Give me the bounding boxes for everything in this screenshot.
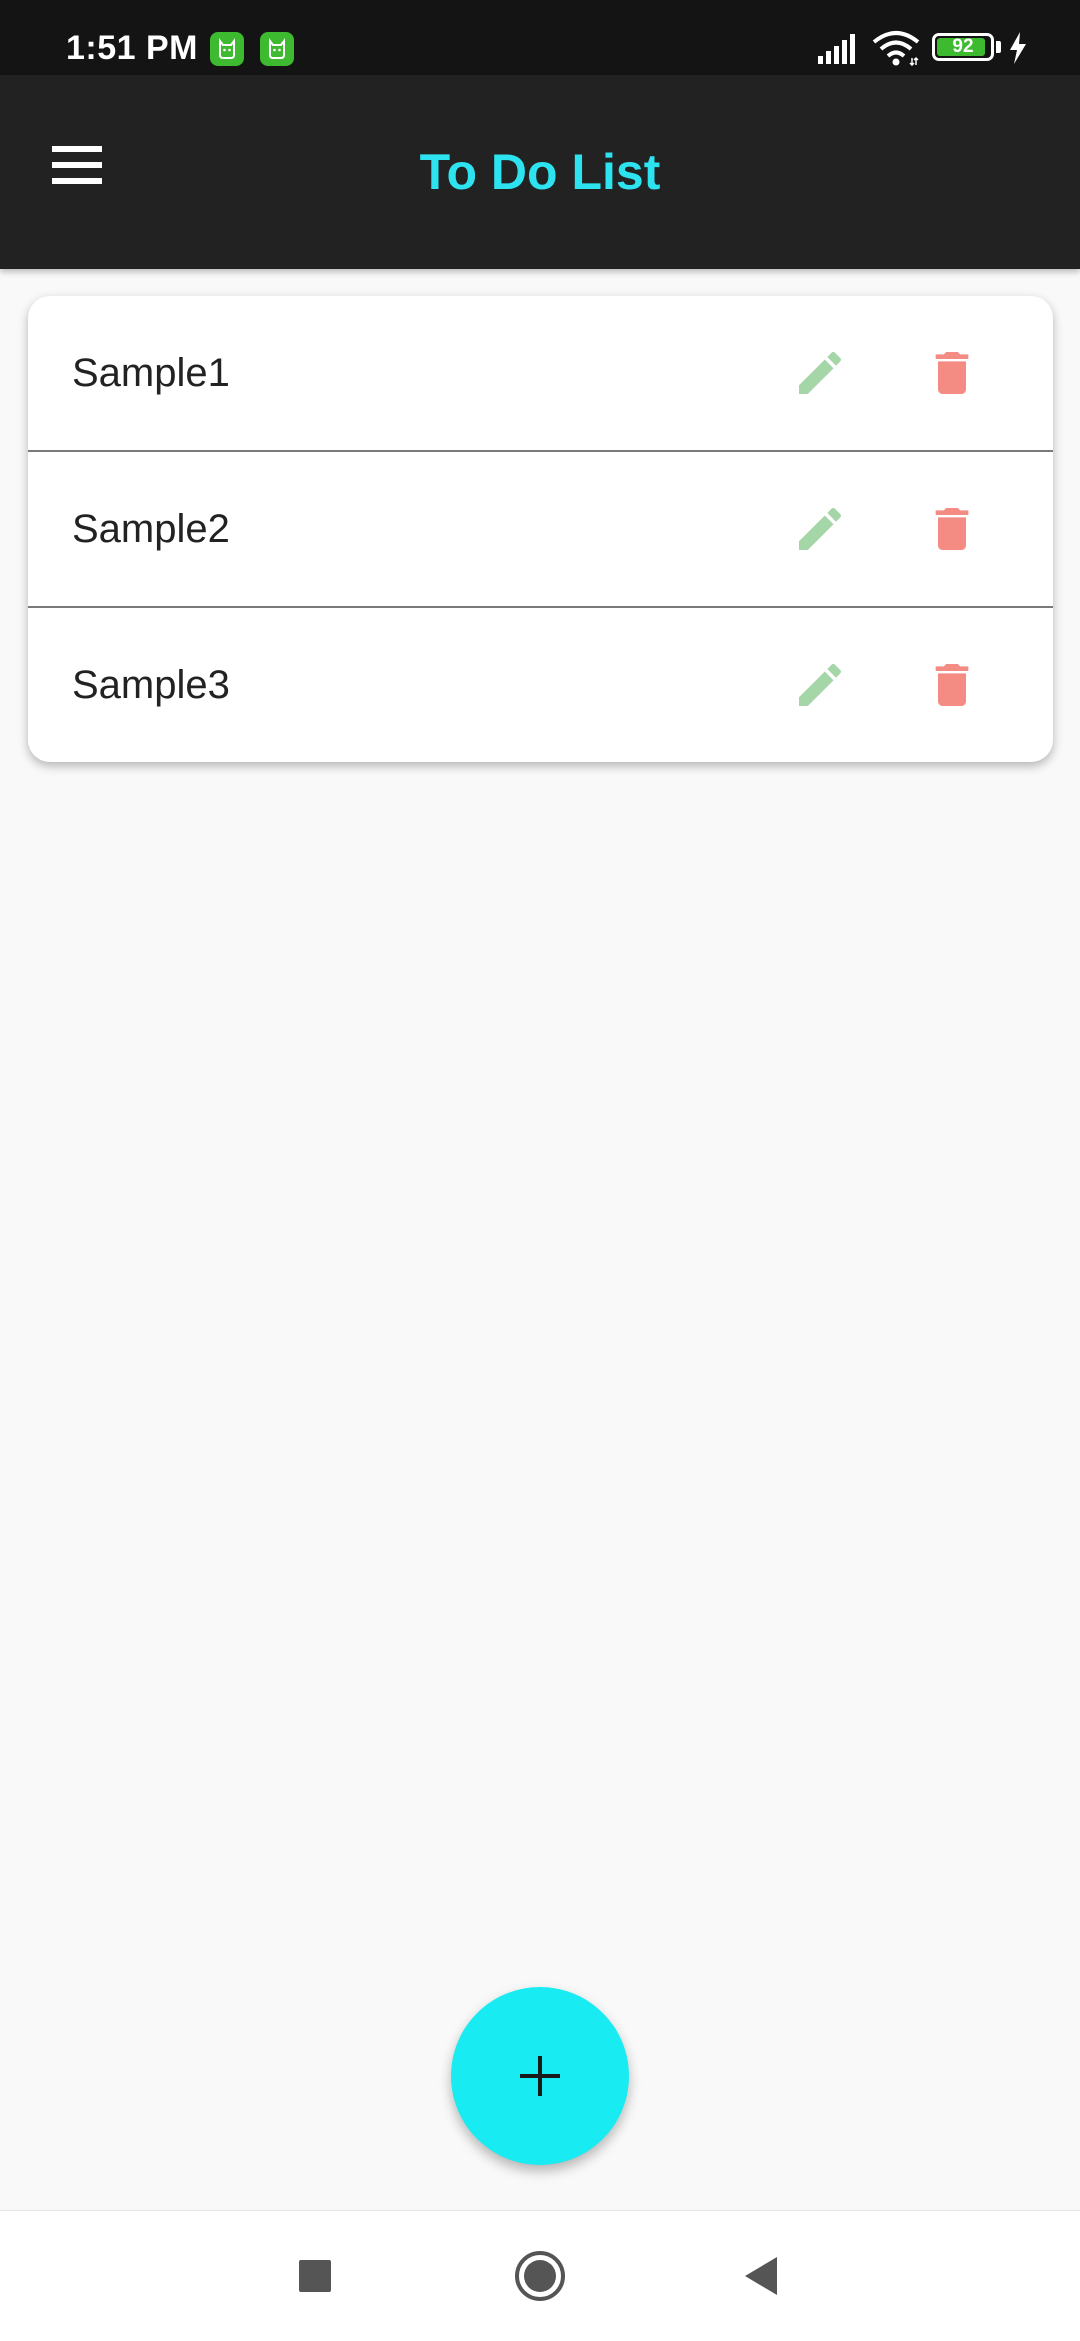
pencil-icon [799,351,842,394]
status-time: 1:51 PM [66,29,198,67]
pencil-icon [799,507,842,550]
battery-level-text: 92 [952,36,974,57]
trash-icon [935,352,969,394]
edit-button[interactable] [780,489,860,569]
pencil-icon [799,663,842,706]
plus-icon [520,2056,560,2096]
todo-item[interactable]: Sample3 [28,608,1053,762]
app-notification-icon [260,32,294,66]
todo-item-label: Sample2 [72,507,230,551]
status-bar: 1:51 PM 92 [0,0,1080,75]
system-navigation-bar [0,2210,1080,2341]
trash-icon [935,508,969,550]
delete-button[interactable] [912,645,992,725]
todo-list: Sample1 Sample2 Sample3 [28,296,1053,762]
todo-item-label: Sample1 [72,351,230,395]
back-button[interactable] [725,2241,795,2311]
home-circle-icon [515,2251,565,2301]
delete-button[interactable] [912,489,992,569]
todo-item[interactable]: Sample1 [28,296,1053,452]
charging-icon [1010,32,1026,64]
edit-button[interactable] [780,333,860,413]
todo-item-label: Sample3 [72,663,230,707]
app-bar: To Do List [0,75,1080,269]
add-todo-button[interactable] [451,1987,629,2165]
signal-icon [818,34,855,64]
battery-icon: 92 [932,33,994,61]
app-notification-icon [210,32,244,66]
battery-cap [996,41,1001,53]
todo-item[interactable]: Sample2 [28,452,1053,608]
wifi-icon [872,31,920,66]
delete-button[interactable] [912,333,992,413]
recents-button[interactable] [280,2241,350,2311]
home-button[interactable] [505,2241,575,2311]
trash-icon [935,664,969,706]
edit-button[interactable] [780,645,860,725]
page-title: To Do List [419,144,661,200]
back-triangle-icon [745,2257,777,2295]
recents-square-icon [299,2260,331,2292]
